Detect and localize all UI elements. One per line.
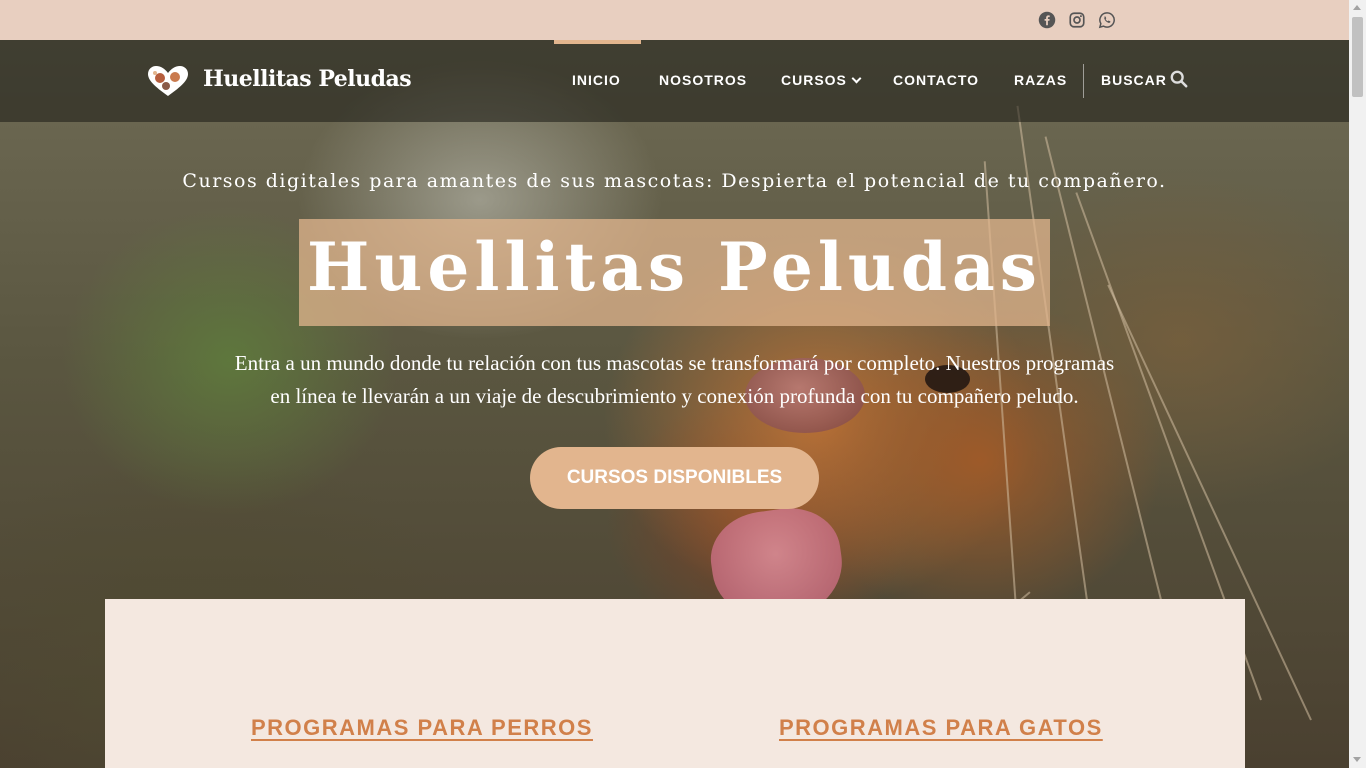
instagram-icon[interactable]	[1068, 11, 1086, 29]
courses-available-button[interactable]: CURSOS DISPONIBLES	[530, 447, 819, 509]
hero-intro-line: Entra a un mundo donde tu relación con t…	[234, 351, 1115, 375]
hero-intro-line: en línea te llevarán a un viaje de descu…	[270, 384, 1079, 408]
scrollbar-thumb[interactable]	[1352, 17, 1363, 97]
hero-tagline: Cursos digitales para amantes de sus mas…	[182, 170, 1167, 192]
nav-item-cursos-label: CURSOS	[781, 72, 847, 88]
search-button[interactable]: BUSCAR	[1101, 72, 1167, 88]
main-header: Huellitas Peludas INICIO NOSOTROS CURSOS…	[0, 40, 1349, 122]
hero-intro: Entra a un mundo donde tu relación con t…	[215, 347, 1134, 413]
nav-item-contacto[interactable]: CONTACTO	[893, 72, 979, 88]
dog-programs-link[interactable]: PROGRAMAS PARA PERROS	[251, 715, 593, 741]
scroll-down-arrow-icon[interactable]	[1353, 757, 1361, 762]
logo-paw-heart-icon[interactable]	[146, 64, 190, 98]
programs-panel	[105, 599, 1245, 768]
nav-item-razas[interactable]: RAZAS	[1014, 72, 1067, 88]
nav-item-cursos[interactable]: CURSOS	[781, 72, 862, 88]
facebook-icon[interactable]	[1038, 11, 1056, 29]
top-bar	[0, 0, 1349, 40]
search-icon[interactable]	[1170, 70, 1188, 88]
page-scrollbar[interactable]	[1349, 0, 1366, 768]
cat-programs-link[interactable]: PROGRAMAS PARA GATOS	[779, 715, 1103, 741]
chevron-down-icon	[851, 73, 862, 84]
site-logo-text[interactable]: Huellitas Peludas	[203, 66, 412, 92]
nav-item-nosotros[interactable]: NOSOTROS	[659, 72, 747, 88]
hero-title: Huellitas Peludas	[307, 228, 1042, 306]
scroll-up-arrow-icon[interactable]	[1353, 5, 1361, 10]
active-nav-indicator	[554, 40, 641, 44]
whatsapp-icon[interactable]	[1098, 11, 1116, 29]
nav-divider	[1083, 64, 1084, 98]
nav-item-inicio[interactable]: INICIO	[572, 72, 621, 88]
